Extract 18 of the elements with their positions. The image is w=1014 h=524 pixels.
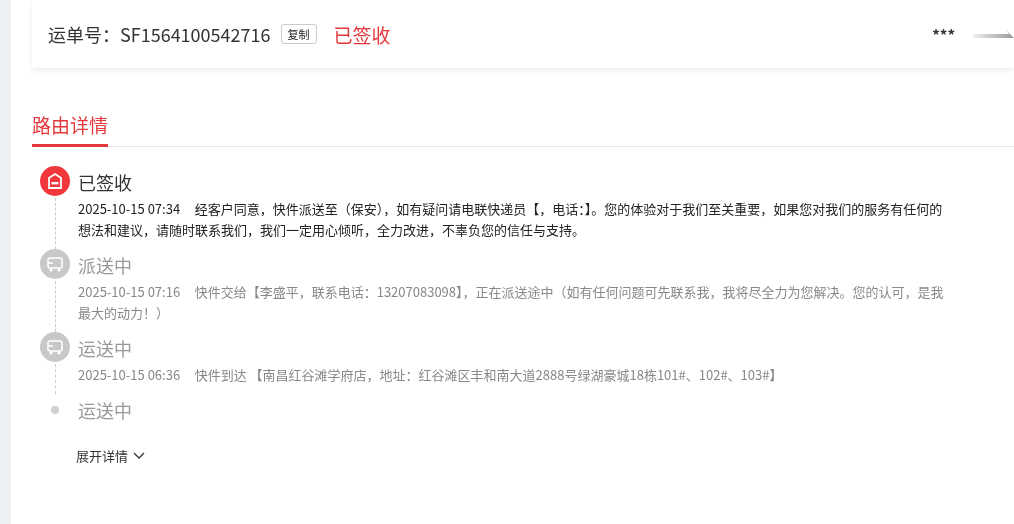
chevron-down-icon	[133, 451, 145, 460]
delivery-status: 已签收	[333, 20, 391, 48]
masked-name: ***	[932, 23, 955, 45]
signed-icon	[40, 166, 70, 196]
route-detail: 2025-10-15 06:36 快件到达 【南昌红谷滩学府店，地址：红谷滩区丰和南大道2888号绿湖豪城18栋101#、102#、103#】	[78, 364, 784, 385]
route-detail: 2025-10-15 07:34 经客户同意，快件派送至（保安），如有疑问请电联快递员【，电话：】。您的体验对于我们至关重要，如果您对我们的服务有任何的想法和建议，请随时联系我们，我们一定用心倾听，全力改进，不辜负您的信任与支持。	[78, 198, 944, 240]
route-detail: 2025-10-15 07:16 快件交给【李盛平，联系电话：13207083098】，正在派送途中（如有任何问题可先联系我，我将尽全力为您解决。您的认可，是我最大的动力！）	[78, 281, 945, 323]
waybill-number: SF1564100542716	[120, 21, 271, 47]
route-status: 派送中	[78, 251, 133, 280]
route-status: 已签收	[78, 168, 133, 197]
expand-link[interactable]: 展开详情	[76, 446, 145, 465]
route-status: 运送中	[78, 396, 133, 425]
route-status: 运送中	[78, 334, 133, 363]
waybill-label: 运单号：	[48, 21, 120, 47]
route-tab[interactable]: 路由详情	[32, 111, 108, 147]
arrow-icon	[973, 30, 1014, 38]
timeline-dot	[51, 406, 59, 414]
copy-button[interactable]: 复制	[280, 24, 317, 44]
